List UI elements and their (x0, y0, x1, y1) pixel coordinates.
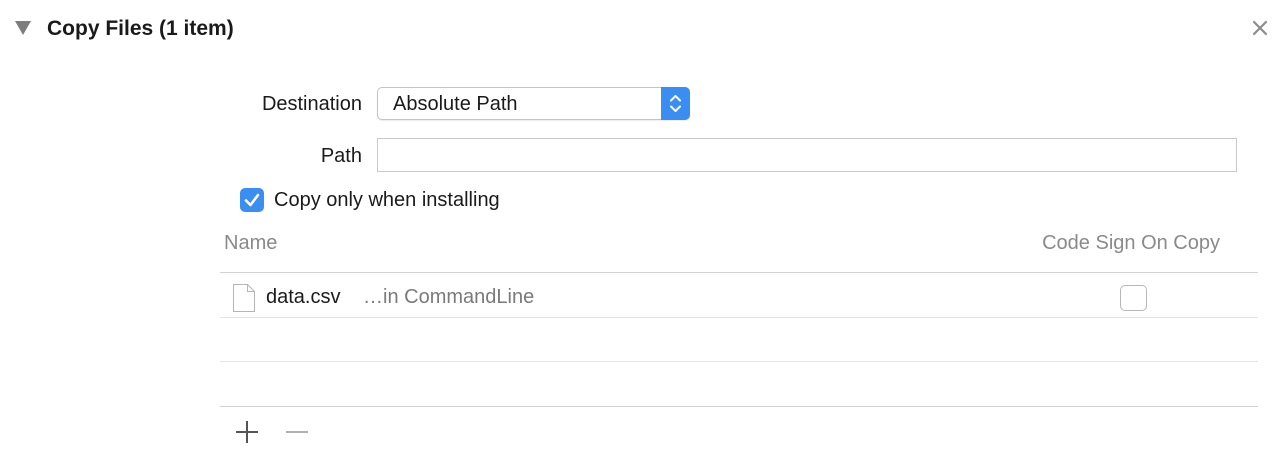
document-icon (232, 283, 256, 313)
table-bottom-divider (220, 406, 1258, 407)
plus-icon[interactable] (234, 419, 260, 445)
copy-only-installing-label[interactable]: Copy only when installing (274, 186, 500, 214)
close-icon[interactable] (1250, 18, 1270, 38)
disclosure-triangle-icon[interactable] (14, 20, 32, 36)
path-input[interactable] (377, 138, 1237, 172)
table-header-divider (220, 272, 1258, 273)
phase-title: Copy Files (1 item) (47, 17, 234, 40)
copy-files-phase: Copy Files (1 item) Destination Absolute… (0, 0, 1284, 464)
table-row[interactable]: data.csv …in CommandLine (220, 274, 1258, 317)
destination-selected-value: Absolute Path (393, 93, 518, 115)
popup-arrows-icon (661, 87, 690, 120)
destination-label: Destination (261, 93, 362, 115)
file-location: …in CommandLine (363, 286, 535, 308)
row-divider (220, 361, 1258, 362)
checkmark-icon (244, 193, 260, 207)
minus-icon[interactable] (284, 419, 310, 445)
file-name: data.csv (266, 286, 341, 308)
copy-only-installing-checkbox[interactable] (240, 188, 264, 212)
column-header-code-sign[interactable]: Code Sign On Copy (1042, 229, 1220, 257)
destination-popup-button[interactable]: Absolute Path (377, 87, 690, 120)
code-sign-checkbox[interactable] (1120, 285, 1147, 311)
row-divider (220, 317, 1258, 318)
path-label: Path (320, 145, 362, 167)
column-header-name[interactable]: Name (224, 229, 277, 257)
